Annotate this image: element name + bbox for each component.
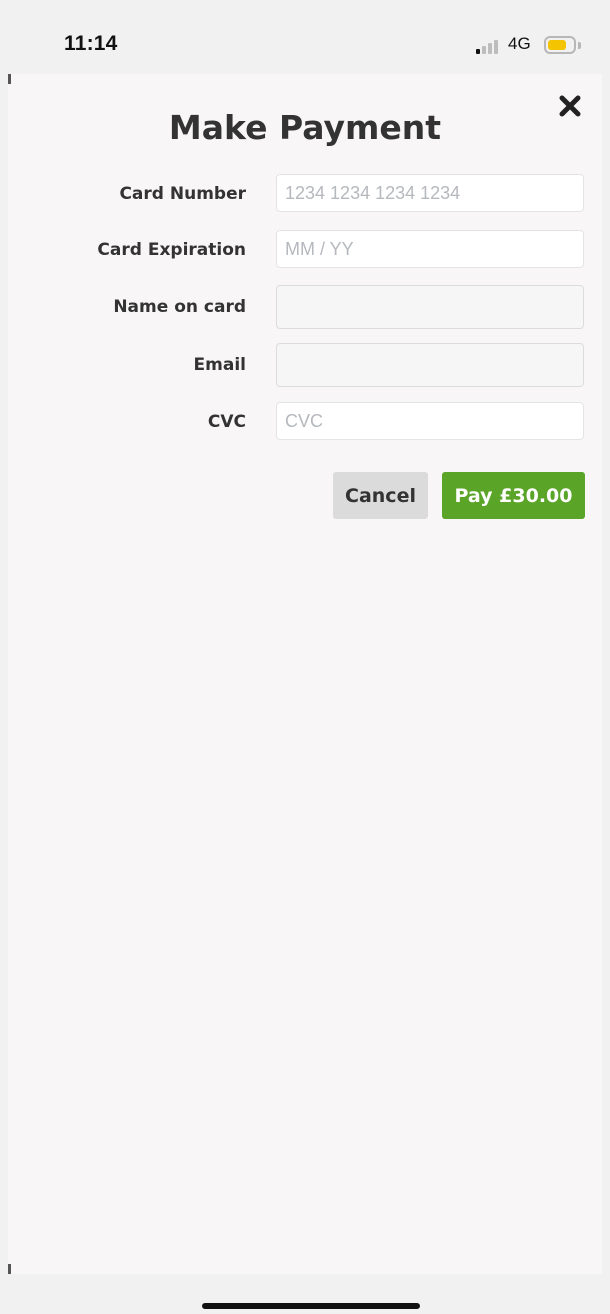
- battery-nub: [578, 42, 581, 49]
- screen: 11:14 4G Make Payment Card Number Card E…: [0, 0, 610, 1314]
- status-time: 11:14: [64, 32, 118, 55]
- card-number-input[interactable]: [276, 174, 584, 212]
- sheet-corner-bottom: [8, 1264, 11, 1274]
- battery-icon: [544, 36, 576, 54]
- pay-button[interactable]: Pay £30.00: [442, 472, 585, 519]
- email-label: Email: [193, 355, 246, 375]
- cancel-button[interactable]: Cancel: [333, 472, 428, 519]
- network-type: 4G: [508, 34, 531, 53]
- cellular-signal-icon: [476, 38, 502, 54]
- card-expiration-label: Card Expiration: [97, 240, 246, 260]
- email-input[interactable]: [276, 343, 584, 387]
- card-number-label: Card Number: [119, 184, 246, 204]
- modal-title: Make Payment: [168, 108, 442, 147]
- sheet-corner-top: [8, 74, 11, 84]
- cvc-input[interactable]: [276, 402, 584, 440]
- home-indicator[interactable]: [202, 1303, 420, 1309]
- card-expiration-input[interactable]: [276, 230, 584, 268]
- name-on-card-label: Name on card: [113, 297, 246, 317]
- cvc-label: CVC: [207, 412, 246, 432]
- name-on-card-input[interactable]: [276, 285, 584, 329]
- battery-level-fill: [548, 40, 566, 50]
- status-bar: 11:14 4G: [0, 12, 610, 74]
